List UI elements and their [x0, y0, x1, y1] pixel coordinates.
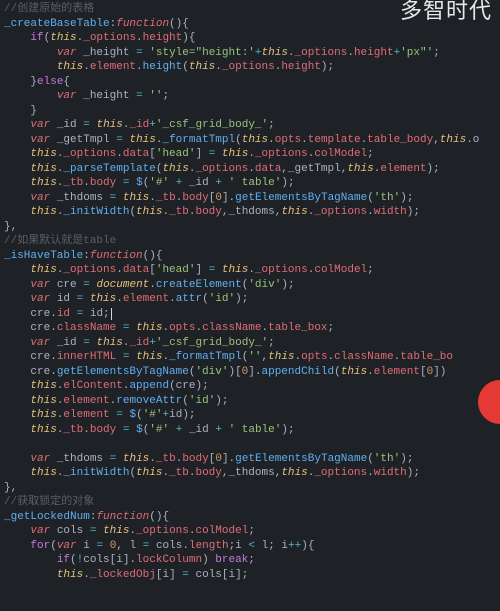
code-line[interactable]: var _getTmpl = this._formatTmpl(this.opt…: [4, 133, 500, 148]
code-line[interactable]: var id = this.element.attr('id');: [4, 292, 500, 307]
code-line[interactable]: var _thdoms = this._tb.body[0].getElemen…: [4, 191, 500, 206]
code-line[interactable]: },: [4, 220, 500, 235]
code-line[interactable]: },: [4, 481, 500, 496]
code-line[interactable]: this._initWidth(this._tb.body,_thdoms,th…: [4, 205, 500, 220]
code-line[interactable]: [4, 437, 500, 452]
code-line[interactable]: cre.id = id;: [4, 307, 500, 322]
code-line[interactable]: var cols = this._options.colModel;: [4, 524, 500, 539]
code-line[interactable]: _isHaveTable:function(){: [4, 249, 500, 264]
code-line[interactable]: this.elContent.append(cre);: [4, 379, 500, 394]
code-line[interactable]: this._options.data['head'] = this._optio…: [4, 147, 500, 162]
code-line[interactable]: //创建原始的表格: [4, 2, 500, 17]
code-line[interactable]: this._options.data['head'] = this._optio…: [4, 263, 500, 278]
code-line[interactable]: this._lockedObj[i] = cols[i];: [4, 568, 500, 583]
code-line[interactable]: //如果默认就是table: [4, 234, 500, 249]
code-line[interactable]: this._initWidth(this._tb.body,_thdoms,th…: [4, 466, 500, 481]
code-line[interactable]: if(this._options.height){: [4, 31, 500, 46]
code-editor[interactable]: //创建原始的表格_createBaseTable:function(){ if…: [0, 0, 500, 582]
code-line[interactable]: this._parseTemplate(this._options.data,_…: [4, 162, 500, 177]
code-line[interactable]: this.element.removeAttr('id');: [4, 394, 500, 409]
code-line[interactable]: }else{: [4, 75, 500, 90]
code-line[interactable]: var _id = this._id+'_csf_grid_body_';: [4, 118, 500, 133]
code-line[interactable]: cre.getElementsByTagName('div')[0].appen…: [4, 365, 500, 380]
code-line[interactable]: this._tb.body = $('#' + _id + ' table');: [4, 176, 500, 191]
code-line[interactable]: }: [4, 104, 500, 119]
code-line[interactable]: cre.innerHTML = this._formatTmpl('',this…: [4, 350, 500, 365]
code-line[interactable]: var cre = document.createElement('div');: [4, 278, 500, 293]
code-line[interactable]: for(var i = 0, l = cols.length;i < l; i+…: [4, 539, 500, 554]
code-line[interactable]: _createBaseTable:function(){: [4, 17, 500, 32]
code-line[interactable]: //获取锁定的对象: [4, 495, 500, 510]
code-line[interactable]: this.element.height(this._options.height…: [4, 60, 500, 75]
code-line[interactable]: var _thdoms = this._tb.body[0].getElemen…: [4, 452, 500, 467]
code-line[interactable]: if(!cols[i].lockColumn) break;: [4, 553, 500, 568]
code-line[interactable]: this.element = $('#'+id);: [4, 408, 500, 423]
code-line[interactable]: var _height = 'style="height:'+this._opt…: [4, 46, 500, 61]
code-line[interactable]: var _height = '';: [4, 89, 500, 104]
code-line[interactable]: cre.className = this.opts.className.tabl…: [4, 321, 500, 336]
code-line[interactable]: _getLockedNum:function(){: [4, 510, 500, 525]
code-line[interactable]: var _id = this._id+'_csf_grid_body_';: [4, 336, 500, 351]
code-line[interactable]: this._tb.body = $('#' + _id + ' table');: [4, 423, 500, 438]
